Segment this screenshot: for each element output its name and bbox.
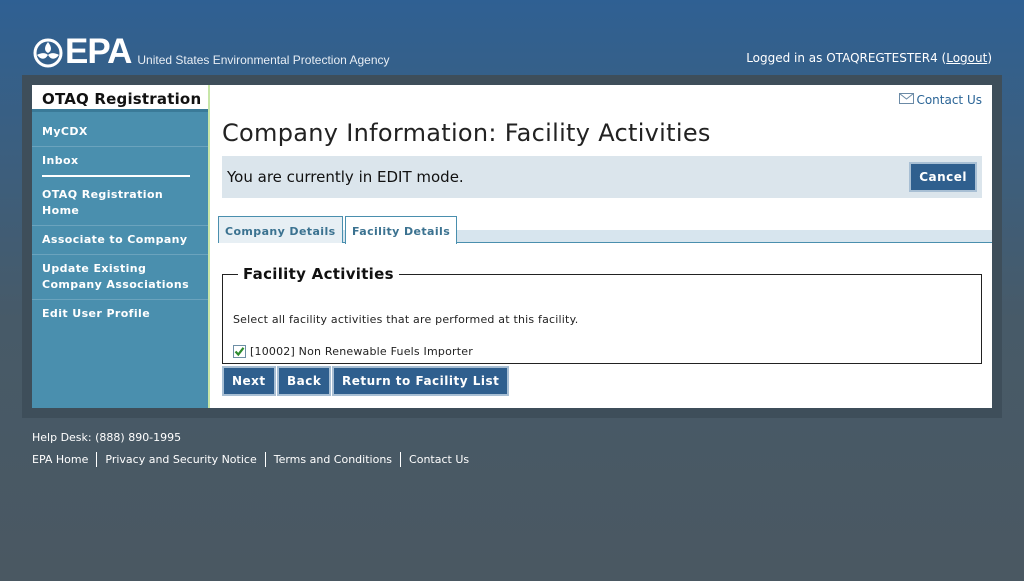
footer-divider <box>400 452 402 467</box>
main-frame: OTAQ Registration MyCDX Inbox OTAQ Regis… <box>22 75 1002 418</box>
instructions-text: Select all facility activities that are … <box>233 313 579 326</box>
tab-facility-details[interactable]: Facility Details <box>345 216 458 244</box>
login-status: Logged in as OTAQREGTESTER4 (Logout) <box>746 51 992 65</box>
login-suffix: ) <box>987 51 992 65</box>
epa-wordmark: EPA <box>65 32 132 71</box>
main-panel: OTAQ Registration MyCDX Inbox OTAQ Regis… <box>32 85 992 408</box>
footer-links: EPA Home Privacy and Security Notice Ter… <box>32 452 469 467</box>
back-button[interactable]: Back <box>277 366 332 396</box>
sidebar-item-edit-user-profile[interactable]: Edit User Profile <box>32 300 208 328</box>
sidebar-item-mycdx[interactable]: MyCDX <box>32 118 208 147</box>
checkmark-icon <box>234 347 245 357</box>
edit-mode-banner: You are currently in EDIT mode. Cancel <box>222 156 982 198</box>
next-button[interactable]: Next <box>222 366 276 396</box>
sidebar-separator <box>42 175 190 177</box>
app-title: OTAQ Registration <box>32 85 208 112</box>
helpdesk-text: Help Desk: (888) 890-1995 <box>32 431 182 444</box>
tab-company-details[interactable]: Company Details <box>218 216 343 243</box>
logout-link[interactable]: Logout <box>946 51 987 65</box>
login-text: Logged in as OTAQREGTESTER4 ( <box>746 51 947 65</box>
contact-us-label: Contact Us <box>916 93 982 107</box>
sidebar-nav: MyCDX Inbox OTAQ Registration Home Assoc… <box>32 112 208 328</box>
return-to-facility-list-button[interactable]: Return to Facility List <box>332 366 510 396</box>
activity-option: [10002] Non Renewable Fuels Importer <box>233 345 473 358</box>
footer-link-terms[interactable]: Terms and Conditions <box>274 453 392 466</box>
sidebar-item-associate-to-company[interactable]: Associate to Company <box>32 226 208 255</box>
tab-bar: Company Details Facility Details <box>218 216 992 244</box>
footer: Help Desk: (888) 890-1995 EPA Home Priva… <box>32 431 469 467</box>
footer-divider <box>264 452 266 467</box>
footer-divider <box>96 452 98 467</box>
sidebar-item-update-existing-company-associations[interactable]: Update Existing Company Associations <box>32 255 208 300</box>
agency-name: United States Environmental Protection A… <box>137 53 390 67</box>
envelope-icon <box>899 93 916 107</box>
cancel-button[interactable]: Cancel <box>909 162 977 192</box>
contact-us-link[interactable]: Contact Us <box>899 93 982 107</box>
sidebar-item-inbox[interactable]: Inbox <box>32 147 208 175</box>
epa-flower-icon <box>33 38 63 68</box>
page-title: Company Information: Facility Activities <box>222 119 711 147</box>
facility-activities-fieldset: Facility Activities Select all facility … <box>222 265 982 364</box>
activity-label: [10002] Non Renewable Fuels Importer <box>250 345 473 358</box>
content-area: Contact Us Company Information: Facility… <box>218 85 992 408</box>
footer-link-privacy[interactable]: Privacy and Security Notice <box>105 453 256 466</box>
epa-logo[interactable]: EPA United States Environmental Protecti… <box>33 32 390 71</box>
edit-mode-text: You are currently in EDIT mode. <box>227 168 464 186</box>
fieldset-legend: Facility Activities <box>243 265 394 283</box>
footer-link-epa-home[interactable]: EPA Home <box>32 453 88 466</box>
footer-link-contact-us[interactable]: Contact Us <box>409 453 469 466</box>
sidebar-item-otaq-registration-home[interactable]: OTAQ Registration Home <box>32 181 208 226</box>
sidebar: OTAQ Registration MyCDX Inbox OTAQ Regis… <box>32 85 210 408</box>
activity-checkbox[interactable] <box>233 345 246 358</box>
